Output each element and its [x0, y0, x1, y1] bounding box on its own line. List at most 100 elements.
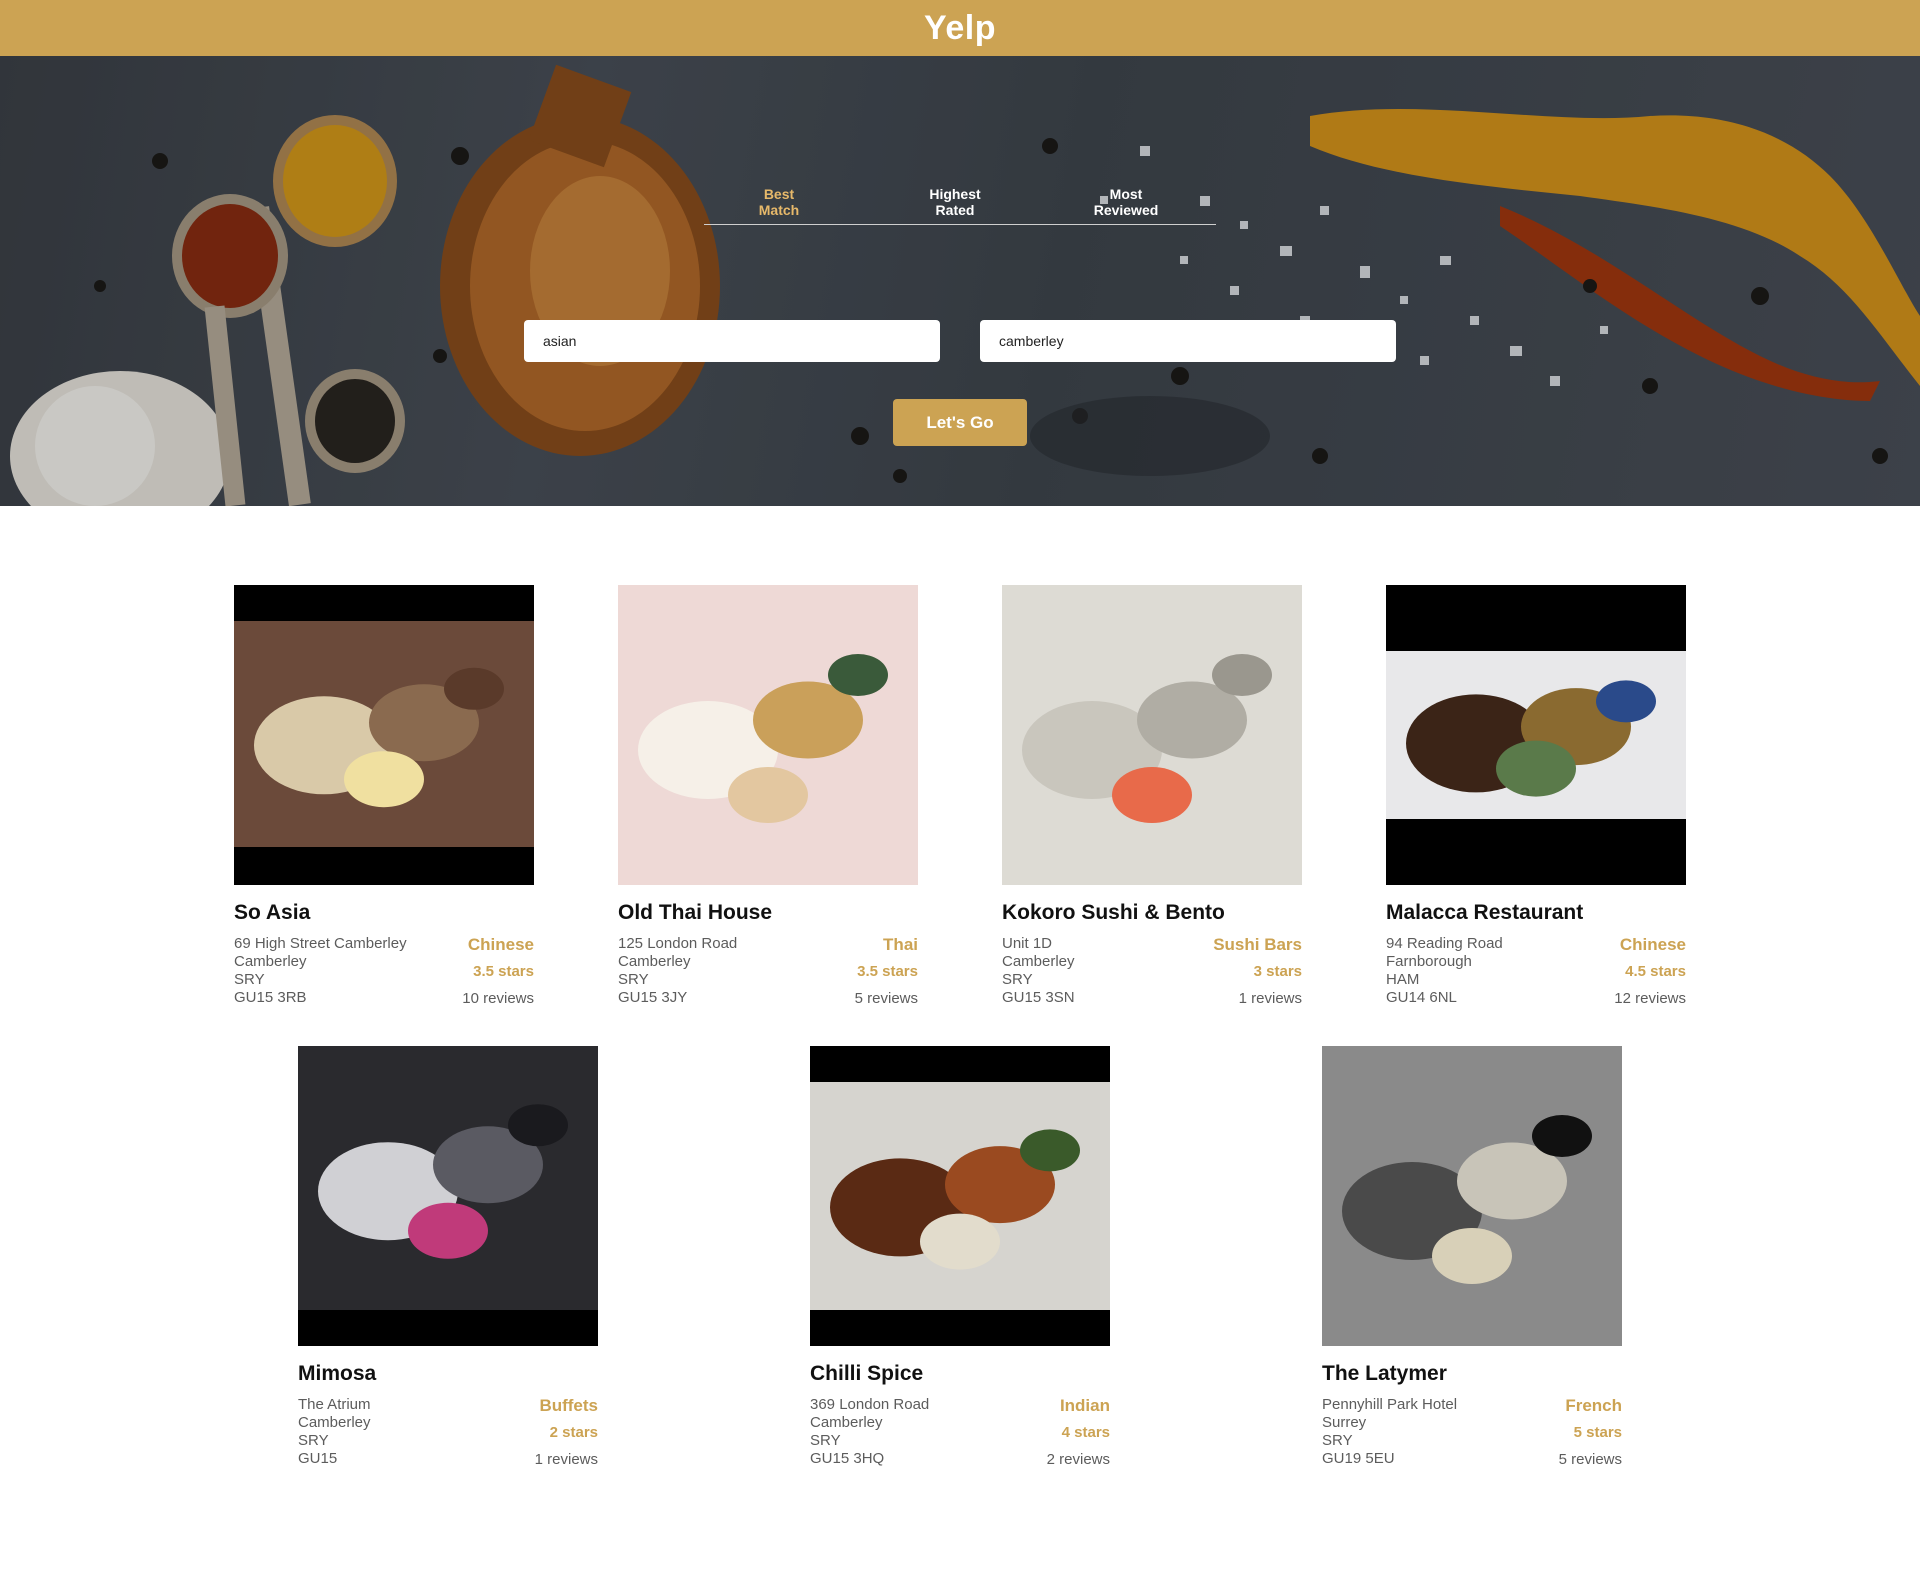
business-card-5: Chilli Spice 369 London Road Camberley S…: [810, 1046, 1110, 1469]
business-reviews: Chinese 4.5 stars 12 reviews: [1614, 935, 1686, 1008]
business-category: Indian: [1059, 1396, 1110, 1415]
address-line: 69 High Street Camberley: [234, 935, 407, 952]
business-name: Kokoro Sushi & Bento: [1002, 901, 1225, 924]
business-image: [1322, 1046, 1622, 1346]
business-rating: 4.5 stars: [1625, 963, 1686, 980]
address-line: 369 London Road: [810, 1396, 930, 1413]
business-address: The Atrium Camberley SRY GU15: [298, 1396, 371, 1469]
business-reviews: Sushi Bars 3 stars 1 reviews: [1213, 935, 1302, 1008]
business-image: [298, 1046, 598, 1346]
business-info: 94 Reading Road Farnborough HAM GU14 6NL…: [1386, 935, 1686, 1008]
business-rating: 3.5 stars: [473, 963, 534, 980]
business-info: 125 London Road Camberley SRY GU15 3JY T…: [618, 935, 918, 1008]
address-state: HAM: [1386, 971, 1420, 988]
sort-options: Best Match Highest Rated Most Reviewed: [704, 186, 1216, 225]
business-category: Sushi Bars: [1213, 935, 1302, 954]
business-address: Unit 1D Camberley SRY GU15 3SN: [1002, 935, 1075, 1008]
business-category: Thai: [883, 935, 918, 954]
business-info: The Atrium Camberley SRY GU15 Buffets 2 …: [298, 1396, 598, 1469]
address-zipcode: GU15 3HQ: [810, 1450, 885, 1467]
app-title: Yelp: [924, 8, 996, 47]
business-info: Unit 1D Camberley SRY GU15 3SN Sushi Bar…: [1002, 935, 1302, 1008]
business-card-6: The Latymer Pennyhill Park Hotel Surrey …: [1322, 1046, 1622, 1469]
address-zipcode: GU15 3JY: [618, 989, 688, 1006]
business-info: Pennyhill Park Hotel Surrey SRY GU19 5EU…: [1322, 1396, 1622, 1469]
business-name: Malacca Restaurant: [1386, 901, 1584, 924]
search-location-input[interactable]: [980, 320, 1396, 362]
business-address: 369 London Road Camberley SRY GU15 3HQ: [810, 1396, 929, 1469]
business-image: [234, 585, 534, 885]
address-zipcode: GU15 3SN: [1002, 989, 1075, 1006]
sort-option-highest-rated[interactable]: Highest Rated: [915, 186, 995, 224]
address-city: Camberley: [1002, 953, 1075, 970]
business-card-4: Mimosa The Atrium Camberley SRY GU15 Buf…: [298, 1046, 598, 1469]
business-rating: 3 stars: [1253, 963, 1302, 980]
business-reviews: Chinese 3.5 stars 10 reviews: [462, 935, 534, 1008]
business-image: [1386, 585, 1686, 885]
business-review-count: 5 reviews: [1558, 1451, 1622, 1468]
business-rating: 4 stars: [1061, 1424, 1110, 1441]
business-rating: 3.5 stars: [857, 963, 918, 980]
business-review-count: 1 reviews: [1238, 990, 1302, 1007]
business-reviews: French 5 stars 5 reviews: [1559, 1396, 1622, 1469]
sort-option-most-reviewed[interactable]: Most Reviewed: [1076, 186, 1176, 224]
address-line: The Atrium: [298, 1396, 371, 1413]
address-state: SRY: [810, 1432, 841, 1449]
address-city: Camberley: [810, 1414, 883, 1431]
business-reviews: Thai 3.5 stars 5 reviews: [855, 935, 918, 1008]
address-state: SRY: [298, 1432, 329, 1449]
business-category: Buffets: [539, 1396, 598, 1415]
address-state: SRY: [618, 971, 649, 988]
business-image: [810, 1046, 1110, 1346]
business-card-2: Kokoro Sushi & Bento Unit 1D Camberley S…: [1002, 585, 1302, 1008]
business-address: 125 London Road Camberley SRY GU15 3JY: [618, 935, 737, 1008]
business-name: The Latymer: [1322, 1362, 1447, 1385]
business-rating: 5 stars: [1573, 1424, 1622, 1441]
address-zipcode: GU15 3RB: [234, 989, 307, 1006]
business-address: 94 Reading Road Farnborough HAM GU14 6NL: [1386, 935, 1503, 1008]
business-card-3: Malacca Restaurant 94 Reading Road Farnb…: [1386, 585, 1686, 1008]
address-city: Farnborough: [1386, 953, 1472, 970]
address-state: SRY: [234, 971, 265, 988]
address-city: Camberley: [234, 953, 307, 970]
address-line: 125 London Road: [618, 935, 738, 952]
address-city: Camberley: [298, 1414, 371, 1431]
business-info: 69 High Street Camberley Camberley SRY G…: [234, 935, 534, 1008]
address-line: Pennyhill Park Hotel: [1322, 1396, 1458, 1413]
business-name: So Asia: [234, 901, 311, 924]
business-info: 369 London Road Camberley SRY GU15 3HQ I…: [810, 1396, 1110, 1469]
business-reviews: Indian 4 stars 2 reviews: [1047, 1396, 1110, 1469]
address-zipcode: GU15: [298, 1450, 338, 1467]
business-name: Old Thai House: [618, 901, 773, 924]
lets-go-button[interactable]: Let's Go: [893, 399, 1027, 446]
app-header: Yelp: [0, 0, 1920, 56]
business-image: [1002, 585, 1302, 885]
address-city: Camberley: [618, 953, 691, 970]
business-address: Pennyhill Park Hotel Surrey SRY GU19 5EU: [1322, 1396, 1457, 1469]
business-category: French: [1565, 1396, 1622, 1415]
address-state: SRY: [1322, 1432, 1353, 1449]
search-term-input[interactable]: [524, 320, 940, 362]
business-image: [618, 585, 918, 885]
address-state: SRY: [1002, 971, 1033, 988]
business-rating: 2 stars: [549, 1424, 598, 1441]
business-name: Chilli Spice: [810, 1362, 924, 1385]
business-address: 69 High Street Camberley Camberley SRY G…: [234, 935, 407, 1008]
business-name: Mimosa: [298, 1362, 377, 1385]
sort-option-best-match[interactable]: Best Match: [724, 186, 834, 224]
business-review-count: 5 reviews: [854, 990, 918, 1007]
business-card-0: So Asia 69 High Street Camberley Camberl…: [234, 585, 534, 1008]
address-line: 94 Reading Road: [1386, 935, 1503, 952]
address-zipcode: GU19 5EU: [1322, 1450, 1395, 1467]
business-review-count: 12 reviews: [1614, 990, 1686, 1007]
business-card-1: Old Thai House 125 London Road Camberley…: [618, 585, 918, 1008]
business-category: Chinese: [467, 935, 534, 954]
business-review-count: 1 reviews: [534, 1451, 598, 1468]
business-reviews: Buffets 2 stars 1 reviews: [535, 1396, 598, 1469]
search-bar-hero: BestMatch HighestRated MostReviewed Let'…: [0, 56, 1920, 506]
business-review-count: 2 reviews: [1046, 1451, 1110, 1468]
business-category: Chinese: [1619, 935, 1686, 954]
business-review-count: 10 reviews: [462, 990, 534, 1007]
address-city: Surrey: [1322, 1414, 1367, 1431]
address-zipcode: GU14 6NL: [1386, 989, 1457, 1006]
